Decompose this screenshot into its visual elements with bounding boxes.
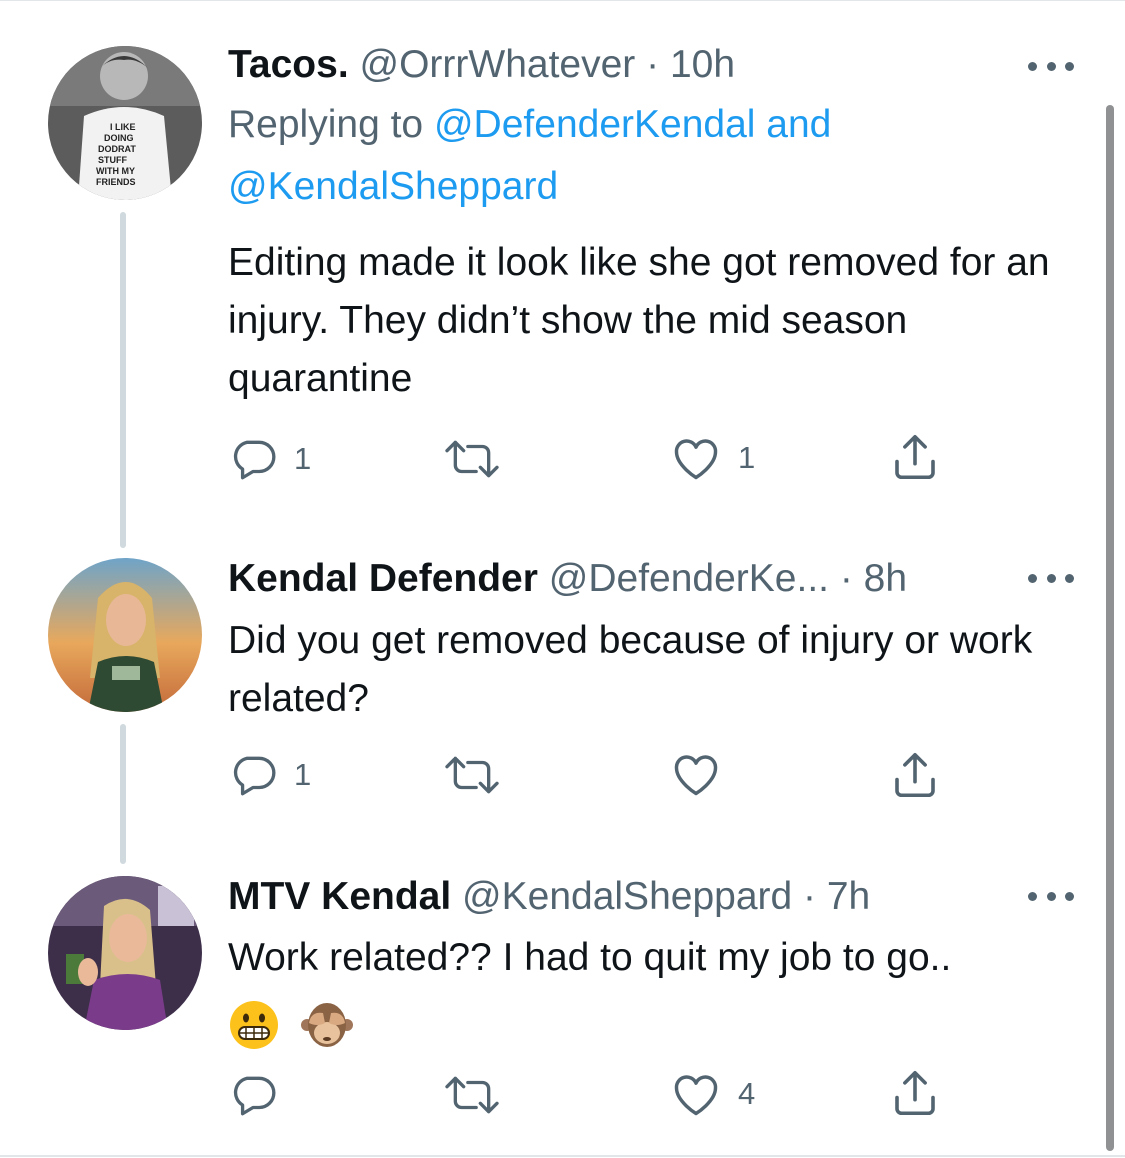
avatar-shirt-line-1: I LIKE: [110, 122, 136, 132]
reply-button[interactable]: 1: [228, 434, 311, 484]
tweet-emojis: [228, 994, 1088, 1050]
like-icon: [674, 755, 718, 796]
more-icon[interactable]: [1028, 58, 1074, 74]
top-divider: [0, 0, 1125, 1]
like-button[interactable]: 1: [670, 434, 755, 482]
scrollbar[interactable]: [1106, 105, 1114, 1151]
like-button[interactable]: 4: [670, 1070, 755, 1118]
replying-to-label: Replying to: [228, 103, 424, 146]
bottom-divider: [0, 1155, 1125, 1157]
mention-link-defenderkendal[interactable]: @DefenderKendal: [434, 103, 755, 146]
author-handle[interactable]: @OrrrWhatever: [360, 43, 636, 86]
reply-icon: [233, 756, 276, 796]
share-icon: [895, 1070, 935, 1116]
mention-link-kendalsheppard[interactable]: @KendalSheppard: [228, 165, 558, 208]
replying-to: Replying to @DefenderKendal and @KendalS…: [228, 94, 1088, 218]
retweet-icon: [445, 1076, 499, 1114]
avatar-kendal-defender[interactable]: [48, 558, 202, 712]
grimacing-face-icon: [230, 1000, 278, 1049]
author-handle[interactable]: @KendalSheppard: [462, 875, 792, 918]
avatar-mtv-kendal[interactable]: [48, 876, 202, 1030]
avatar-tacos[interactable]: I LIKE DOING DODRAT STUFF WITH MY FRIEND…: [48, 46, 202, 200]
retweet-button[interactable]: [440, 434, 520, 484]
avatar-shirt-line-6: FRIENDS: [96, 177, 136, 187]
see-no-evil-monkey-icon: [300, 1002, 353, 1047]
reply-icon: [233, 1076, 276, 1116]
timestamp[interactable]: · 7h: [803, 875, 870, 918]
avatar-shirt-line-2: DOING: [104, 133, 134, 143]
share-button[interactable]: [888, 748, 942, 802]
like-button[interactable]: [670, 750, 738, 798]
like-icon: [674, 439, 718, 480]
avatar-shirt-line-5: WITH MY: [96, 166, 135, 176]
retweet-icon: [445, 756, 499, 794]
reply-icon: [233, 440, 276, 480]
author-name[interactable]: MTV Kendal: [228, 875, 451, 918]
avatar-shirt-line-4: STUFF: [98, 155, 127, 165]
tweet-header: Kendal Defender @DefenderKe... · 8h: [228, 556, 907, 602]
like-count: 1: [738, 440, 756, 475]
reply-button[interactable]: [228, 1070, 294, 1120]
mention-and[interactable]: and: [766, 103, 831, 146]
reply-count: 1: [294, 757, 312, 792]
timestamp[interactable]: · 8h: [840, 557, 907, 600]
retweet-button[interactable]: [440, 1070, 520, 1120]
reply-button[interactable]: 1: [228, 750, 311, 800]
tweet-text: Did you get removed because of injury or…: [228, 619, 1033, 720]
thread-line: [120, 212, 126, 548]
share-icon: [895, 434, 935, 480]
thread-line: [120, 724, 126, 864]
author-name[interactable]: Tacos.: [228, 43, 349, 86]
retweet-button[interactable]: [440, 750, 520, 800]
like-count: 4: [738, 1076, 756, 1111]
author-handle[interactable]: @DefenderKe...: [549, 557, 829, 600]
tweet-text: Work related?? I had to quit my job to g…: [228, 936, 952, 979]
reply-count: 1: [294, 441, 312, 476]
share-icon: [895, 752, 935, 798]
share-button[interactable]: [888, 1066, 942, 1120]
retweet-icon: [445, 440, 499, 478]
share-button[interactable]: [888, 430, 942, 484]
tweet-text: Editing made it look like she got remove…: [228, 241, 1050, 400]
tweet-header: MTV Kendal @KendalSheppard · 7h: [228, 874, 870, 920]
more-icon[interactable]: [1028, 570, 1074, 586]
tweet-header: Tacos. @OrrrWhatever · 10h: [228, 42, 735, 88]
more-icon[interactable]: [1028, 888, 1074, 904]
like-icon: [674, 1075, 718, 1116]
author-name[interactable]: Kendal Defender: [228, 557, 538, 600]
timestamp[interactable]: · 10h: [646, 43, 735, 86]
avatar-shirt-line-3: DODRAT: [98, 144, 136, 154]
